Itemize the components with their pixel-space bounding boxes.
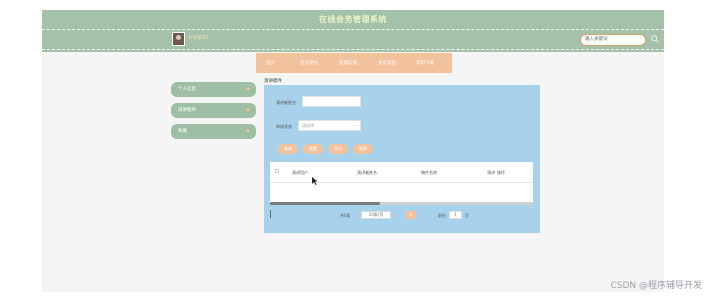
- header-bar: 在线会务管理系统 演讲嘉宾1 输入关键词: [42, 10, 664, 52]
- sidebar-item-favorites[interactable]: 收藏 ◆: [171, 124, 256, 139]
- prev-page-icon[interactable]: ‹: [398, 213, 400, 218]
- page-size-select[interactable]: 10条/页: [361, 211, 391, 219]
- avatar[interactable]: [172, 32, 185, 46]
- sidebar-item-manuscripts[interactable]: 演讲稿件 ◆: [171, 103, 256, 118]
- name-field-label: 演讲者姓名: [276, 100, 296, 105]
- data-table: 演讲用户 演讲者姓名 稿件名称 演讲 操作: [270, 162, 533, 204]
- goto-label: 前往: [438, 213, 446, 218]
- table-scrollbar[interactable]: [270, 202, 533, 205]
- column-header[interactable]: 演讲者姓名: [357, 170, 377, 176]
- column-header[interactable]: 稿件名称: [421, 170, 437, 176]
- header-divider-bottom: [42, 49, 664, 50]
- sidebar-item-label: 个人信息: [178, 87, 196, 92]
- search-input[interactable]: 输入关键词: [580, 34, 646, 46]
- chevron-icon: ◆: [246, 128, 250, 134]
- nav-item-home[interactable]: 首页: [266, 60, 275, 66]
- username[interactable]: 演讲嘉宾1: [188, 35, 209, 41]
- column-header[interactable]: 演讲: [487, 170, 495, 176]
- delete-button[interactable]: 删除: [353, 144, 373, 154]
- nav-item-venue[interactable]: 会议地点: [300, 60, 318, 66]
- search-icon[interactable]: [651, 35, 659, 43]
- sidebar-item-profile[interactable]: 个人信息 ◆: [171, 82, 256, 97]
- goto-page-input[interactable]: 1: [449, 211, 462, 219]
- name-input[interactable]: [302, 96, 361, 107]
- pager-marker: [270, 210, 271, 218]
- export-button[interactable]: 导出: [328, 144, 348, 154]
- page-unit: 页: [465, 213, 469, 218]
- column-header[interactable]: 操作: [497, 170, 505, 176]
- site-title: 在线会务管理系统: [319, 15, 387, 24]
- nav-item-checkin[interactable]: 签到信息: [339, 60, 357, 66]
- header-divider: [42, 29, 664, 30]
- content-panel: [264, 85, 540, 233]
- next-page-icon[interactable]: ›: [424, 213, 426, 218]
- page-number[interactable]: 1: [406, 211, 416, 219]
- table-divider: [270, 182, 533, 183]
- watermark: CSDN @程序辅导开发: [610, 281, 702, 291]
- nav-item-downloads[interactable]: 资料下载: [416, 60, 434, 66]
- chevron-icon: ◆: [246, 86, 250, 92]
- column-header[interactable]: 演讲用户: [292, 170, 308, 176]
- sidebar-item-label: 演讲稿件: [178, 108, 196, 113]
- mouse-cursor-icon: [312, 177, 318, 185]
- page-title: 演讲稿件: [264, 79, 282, 84]
- reset-button[interactable]: 重置: [303, 144, 323, 154]
- select-all-checkbox[interactable]: [275, 169, 279, 173]
- chevron-down-icon: ⌄: [355, 122, 359, 127]
- nav-item-schedule[interactable]: 会议日程: [378, 60, 396, 66]
- sidebar-item-label: 收藏: [178, 129, 187, 134]
- search-button[interactable]: 查询: [278, 144, 298, 154]
- chevron-icon: ◆: [246, 107, 250, 113]
- scrollbar-thumb[interactable]: [270, 202, 380, 205]
- status-select[interactable]: 请选择: [298, 120, 361, 131]
- total-count: 共0条: [340, 213, 351, 218]
- top-nav: 首页 会议地点 签到信息 会议日程 资料下载: [256, 53, 452, 73]
- status-field-label: 审核状态: [276, 124, 292, 129]
